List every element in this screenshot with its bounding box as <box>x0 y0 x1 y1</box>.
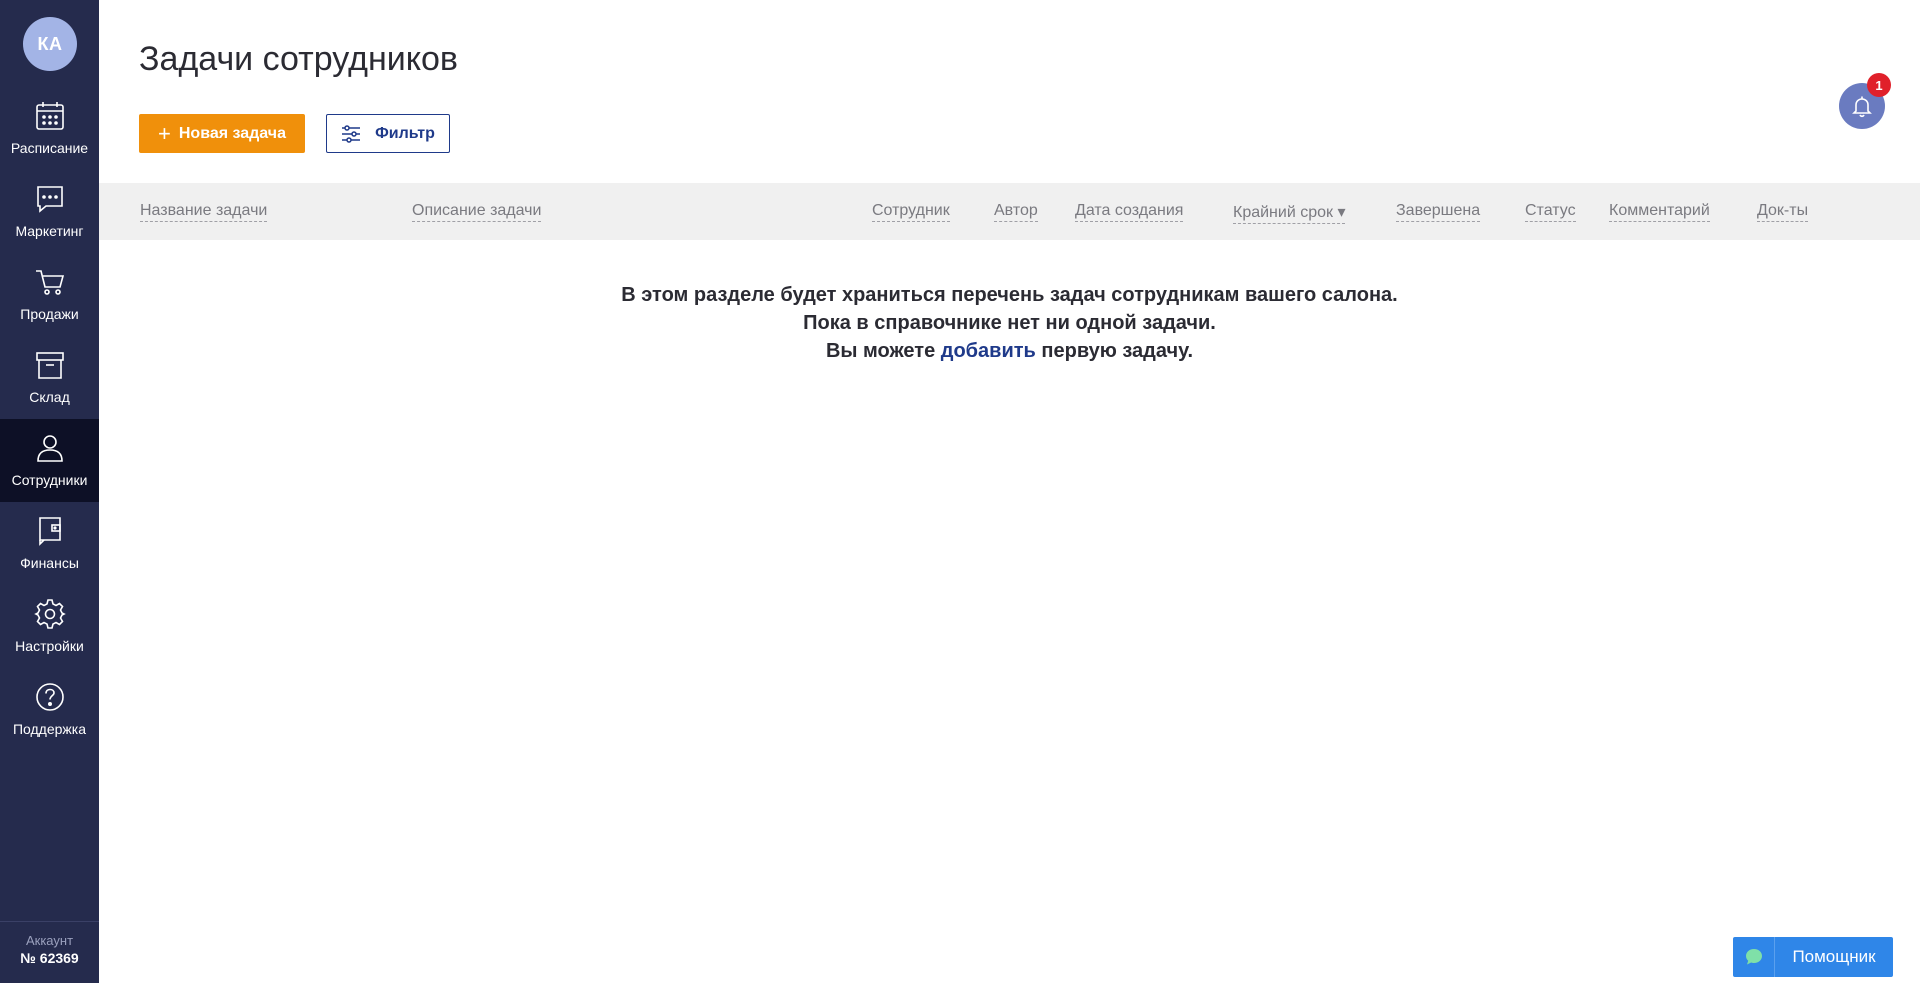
sidebar-item-label: Настройки <box>15 638 84 654</box>
empty-state-line-1: В этом разделе будет храниться перечень … <box>621 284 1398 306</box>
wallet-icon <box>38 517 61 546</box>
sidebar-item-support[interactable]: Поддержка <box>0 668 99 751</box>
sidebar-item-sales[interactable]: Продажи <box>0 253 99 336</box>
sidebar-item-label: Продажи <box>20 306 79 322</box>
sidebar-item-label: Расписание <box>10 140 89 156</box>
plus-icon: + <box>158 120 171 146</box>
sidebar-item-label: Сотрудники <box>11 472 88 488</box>
sidebar-item-label: Маркетинг <box>15 223 84 239</box>
helper-button[interactable]: Помощник <box>1733 937 1893 977</box>
gear-icon <box>33 599 66 629</box>
column-header-task-description[interactable]: Описание задачи <box>412 202 542 222</box>
add-task-link[interactable]: добавить <box>941 340 1036 362</box>
sidebar-item-employees[interactable]: Сотрудники <box>0 419 99 502</box>
main-content: Задачи сотрудников + Новая задача Фильтр… <box>99 0 1920 983</box>
help-icon <box>35 683 64 711</box>
notification-badge: 1 <box>1867 73 1891 97</box>
sidebar-item-finance[interactable]: Финансы <box>0 502 99 585</box>
column-header-task-name[interactable]: Название задачи <box>140 202 268 222</box>
account-label: Аккаунт <box>25 933 74 948</box>
table-header: Название задачи Описание задачи Сотрудни… <box>99 183 1920 240</box>
filter-button-label: Фильтр <box>375 124 435 142</box>
column-header-completed[interactable]: Завершена <box>1396 202 1481 222</box>
sidebar-item-label: Склад <box>29 389 70 405</box>
account-info[interactable]: Аккаунт № 62369 <box>0 921 99 983</box>
chat-bubble-icon <box>1733 937 1775 977</box>
new-task-button-label: Новая задача <box>178 124 286 142</box>
filter-button[interactable]: Фильтр <box>326 114 450 153</box>
empty-state-line-3: Вы можете добавить первую задачу. <box>99 337 1920 365</box>
calendar-icon <box>35 102 64 130</box>
user-icon <box>36 435 63 462</box>
column-header-status[interactable]: Статус <box>1525 202 1576 222</box>
empty-state-text-before: Вы можете <box>825 340 936 362</box>
page-title: Задачи сотрудников <box>139 40 458 78</box>
column-header-documents[interactable]: Док-ты <box>1757 202 1809 222</box>
sliders-icon <box>342 124 361 143</box>
sidebar-item-label: Поддержка <box>12 721 87 737</box>
column-header-employee[interactable]: Сотрудник <box>872 202 950 222</box>
sidebar-item-marketing[interactable]: Маркетинг <box>0 170 99 253</box>
empty-state: В этом разделе будет храниться перечень … <box>99 281 1920 365</box>
cart-icon <box>35 270 64 295</box>
box-icon <box>35 352 64 379</box>
sidebar-item-schedule[interactable]: Расписание <box>0 87 99 170</box>
bell-icon <box>1852 96 1872 118</box>
sidebar-item-settings[interactable]: Настройки <box>0 585 99 668</box>
column-header-comment[interactable]: Комментарий <box>1609 202 1710 222</box>
notifications-button[interactable]: 1 <box>1839 73 1891 129</box>
column-header-deadline[interactable]: Крайний срок ▾ <box>1233 202 1346 224</box>
column-header-author[interactable]: Автор <box>994 202 1038 222</box>
app: КА Расписание Маркетинг Продажи Склад Со… <box>0 0 1920 983</box>
empty-state-text-after: первую задачу. <box>1041 340 1194 362</box>
chat-icon <box>36 186 63 213</box>
sidebar: КА Расписание Маркетинг Продажи Склад Со… <box>0 0 99 983</box>
sidebar-nav: Расписание Маркетинг Продажи Склад Сотру… <box>0 87 99 751</box>
sidebar-item-label: Финансы <box>20 555 79 571</box>
new-task-button[interactable]: + Новая задача <box>139 114 305 153</box>
avatar[interactable]: КА <box>23 17 77 71</box>
empty-state-line-2: Пока в справочнике нет ни одной задачи. <box>803 312 1216 334</box>
sidebar-item-warehouse[interactable]: Склад <box>0 336 99 419</box>
helper-button-label: Помощник <box>1792 947 1876 966</box>
account-number: № 62369 <box>20 950 79 966</box>
column-header-created-date[interactable]: Дата создания <box>1075 202 1184 222</box>
